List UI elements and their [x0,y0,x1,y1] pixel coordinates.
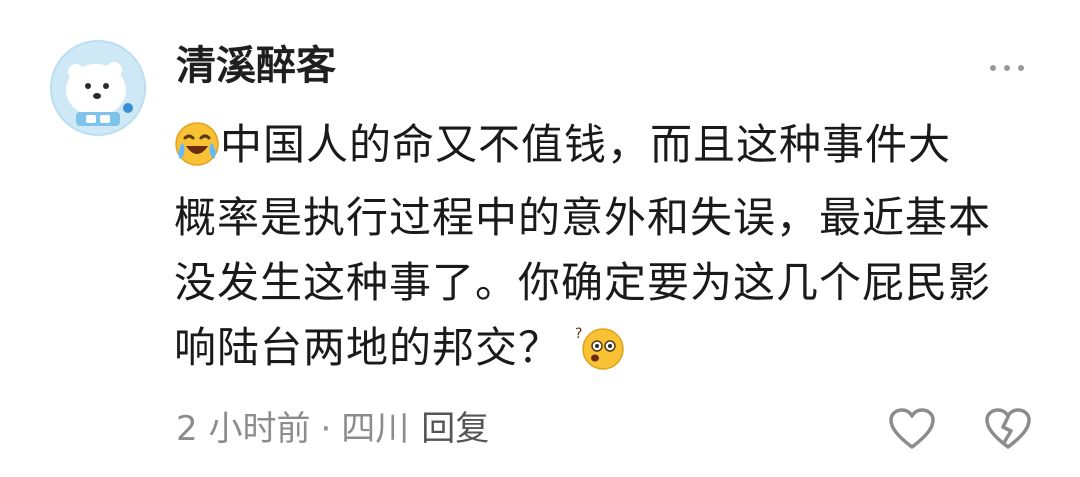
more-dot-icon [1018,65,1024,71]
like-button[interactable] [888,407,936,451]
comment-line: 响陆台两地的邦交？ ? [174,315,1044,388]
more-dot-icon [990,65,996,71]
comment-line: 没发生这种事了。你确定要为这几个屁民影 [174,258,992,307]
dislike-button[interactable] [984,407,1032,451]
svg-text:?: ? [575,326,583,342]
comment-line: 概率是执行过程中的意外和失误，最近基本 [174,193,992,242]
confused-emoji-icon: ? [575,323,625,388]
comment-time: 2 小时前 [176,409,311,449]
comment-card: 清溪醉客 中国人的命又不值钱，而且这种事件大 概率是执行过程中的意外和失误，最近… [0,0,1080,477]
comment-text: 中国人的命又不值钱，而且这种事件大 概率是执行过程中的意外和失误，最近基本 没发… [174,112,1044,388]
avatar[interactable] [50,40,146,136]
username[interactable]: 清溪醉客 [176,38,336,94]
polar-bear-avatar-icon [52,42,144,134]
more-options-button[interactable] [984,56,1030,80]
heart-icon [889,408,935,449]
more-dot-icon [1004,65,1010,71]
crying-laughing-emoji-icon [174,120,220,185]
broken-heart-icon [985,408,1031,449]
reply-button[interactable]: 回复 [421,409,489,449]
comment-line: 中国人的命又不值钱，而且这种事件大 [174,112,1044,185]
comment-meta: 2 小时前 · 四川 回复 [176,404,489,454]
comment-location: 四川 [341,409,410,449]
separator-dot: · [320,409,332,449]
